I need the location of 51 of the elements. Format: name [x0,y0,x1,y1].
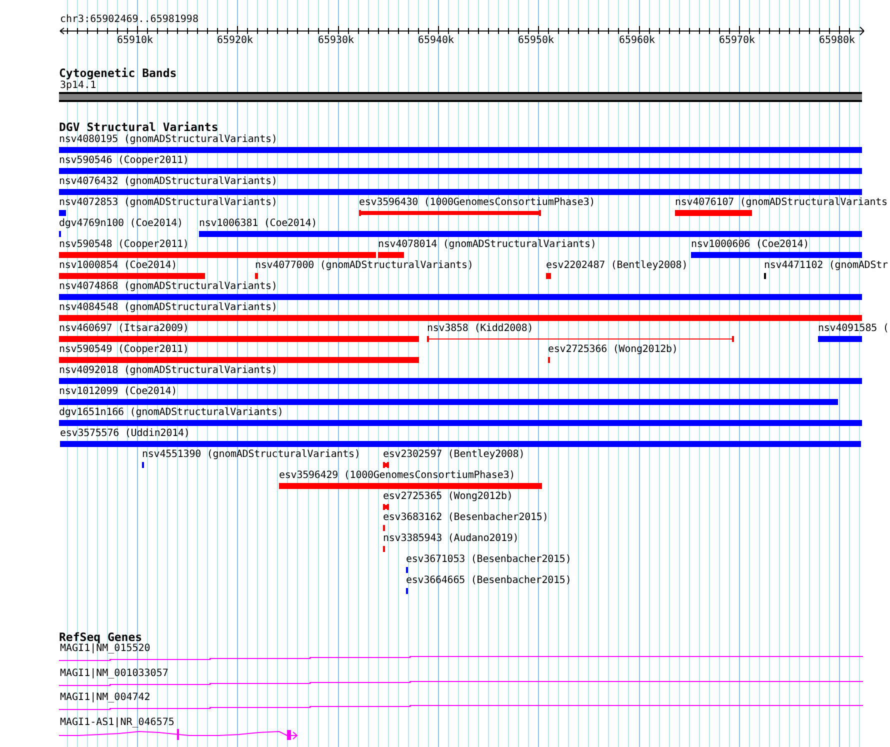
tick-label: 65910k [116,35,154,47]
gene-label: MAGI1-AS1|NR_046575 [60,717,174,730]
variant-label: esv2302597 (Bentley2008) [383,449,525,461]
variant-label: nsv4078014 (gnomADStructuralVariants) [378,239,596,251]
tick-label: 65950k [516,35,556,47]
tick-label: 65940k [416,35,456,47]
tick-label: 65920k [216,35,254,47]
variant-label: nsv1012099 (Coe2014) [59,386,178,398]
variant-label: nsv460697 (Itsara2009) [59,323,189,335]
variant-label: esv2725365 (Wong2012b) [383,491,513,503]
variant-label: esv3596429 (1000GenomesConsortiumPhase3) [279,470,516,482]
variant-label: esv2725366 (Wong2012b) [548,344,678,356]
tick-label: 65930k [316,35,356,47]
band-label: 3p14.1 [60,80,96,92]
variant-label: nsv590548 (Cooper2011) [59,239,189,251]
variant-label: nsv590546 (Cooper2011) [59,155,189,167]
variant-label: nsv4084548 (gnomADStructuralVariants) [59,302,278,314]
tick-label: 65960k [618,35,656,47]
tick-label: 65970k [718,35,756,47]
variant-label: nsv4091585 ( [818,323,889,335]
gene-label: MAGI1|NM_001033057 [60,668,168,680]
track-title: RefSeq Genes [59,631,142,644]
variant-label: esv3596430 (1000GenomesConsortiumPhase3) [359,197,596,209]
variant-label: nsv4080195 (gnomADStructuralVariants) [59,134,278,146]
gene-label: MAGI1|NM_015520 [60,643,150,655]
variant-label: nsv4072853 (gnomADStructuralVariants) [59,197,278,209]
variant-label: nsv4074868 (gnomADStructuralVariants) [59,281,278,293]
variant-label: nsv4551390 (gnomADStructuralVariants) [142,449,360,461]
variant-label: esv2202487 (Bentley2008) [546,260,688,272]
track-title: DGV Structural Variants [59,121,218,134]
variant-label: nsv1000606 (Coe2014) [691,239,810,251]
variant-label: dgv4769n100 (Coe2014) [59,218,183,230]
variant-label: nsv3858 (Kidd2008) [427,323,534,335]
track-title: Cytogenetic Bands [59,67,177,80]
variant-label: nsv590549 (Cooper2011) [59,344,189,356]
variant-label: nsv4092018 (gnomADStructuralVariants) [59,365,278,377]
gene-label: MAGI1|NM_004742 [60,692,150,704]
variant-label: nsv3385943 (Audano2019) [383,533,519,545]
location-label: chr3:65902469..65981998 [60,14,198,26]
tick-label: 65980k [818,35,856,47]
variant-label: nsv1000854 (Coe2014) [59,260,178,272]
variant-label: nsv4471102 (gnomADStr [764,260,888,272]
variant-label: nsv4076432 (gnomADStructuralVariants) [59,176,278,188]
variant-label: esv3664665 (Besenbacher2015) [406,575,572,587]
variant-label: nsv4077000 (gnomADStructuralVariants) [255,260,474,272]
variant-label: esv3575576 (Uddin2014) [60,428,190,440]
variant-label: esv3671053 (Besenbacher2015) [406,554,572,566]
variant-label: esv3683162 (Besenbacher2015) [383,512,548,524]
variant-label: nsv1006381 (Coe2014) [199,218,318,230]
variant-label: nsv4076107 (gnomADStructuralVariants [675,197,888,209]
variant-label: dgv1651n166 (gnomADStructuralVariants) [59,407,284,419]
